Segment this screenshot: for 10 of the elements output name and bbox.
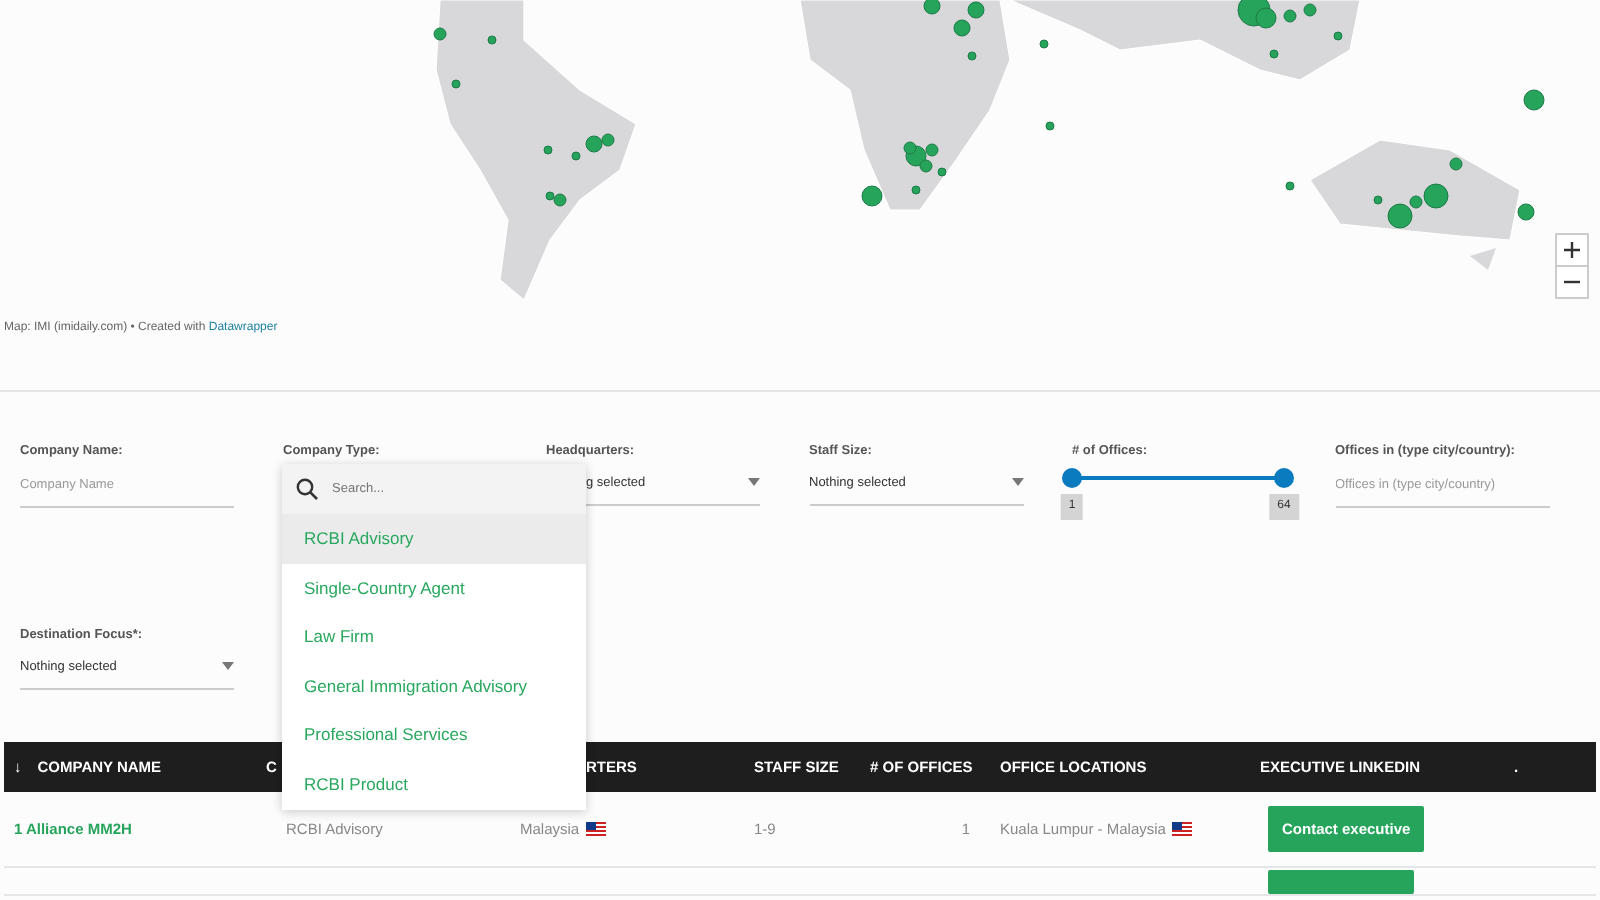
flag-icon bbox=[1171, 822, 1192, 836]
slider-handle[interactable] bbox=[1062, 468, 1082, 488]
caret-icon bbox=[1011, 477, 1023, 486]
caret-icon bbox=[222, 661, 234, 670]
caret-icon bbox=[748, 477, 760, 486]
search-icon bbox=[296, 478, 318, 500]
flag-icon bbox=[585, 822, 606, 836]
zoom-out-button[interactable] bbox=[1555, 265, 1589, 299]
slider-handle[interactable] bbox=[1274, 468, 1294, 488]
zoom-in-button[interactable] bbox=[1555, 233, 1589, 267]
